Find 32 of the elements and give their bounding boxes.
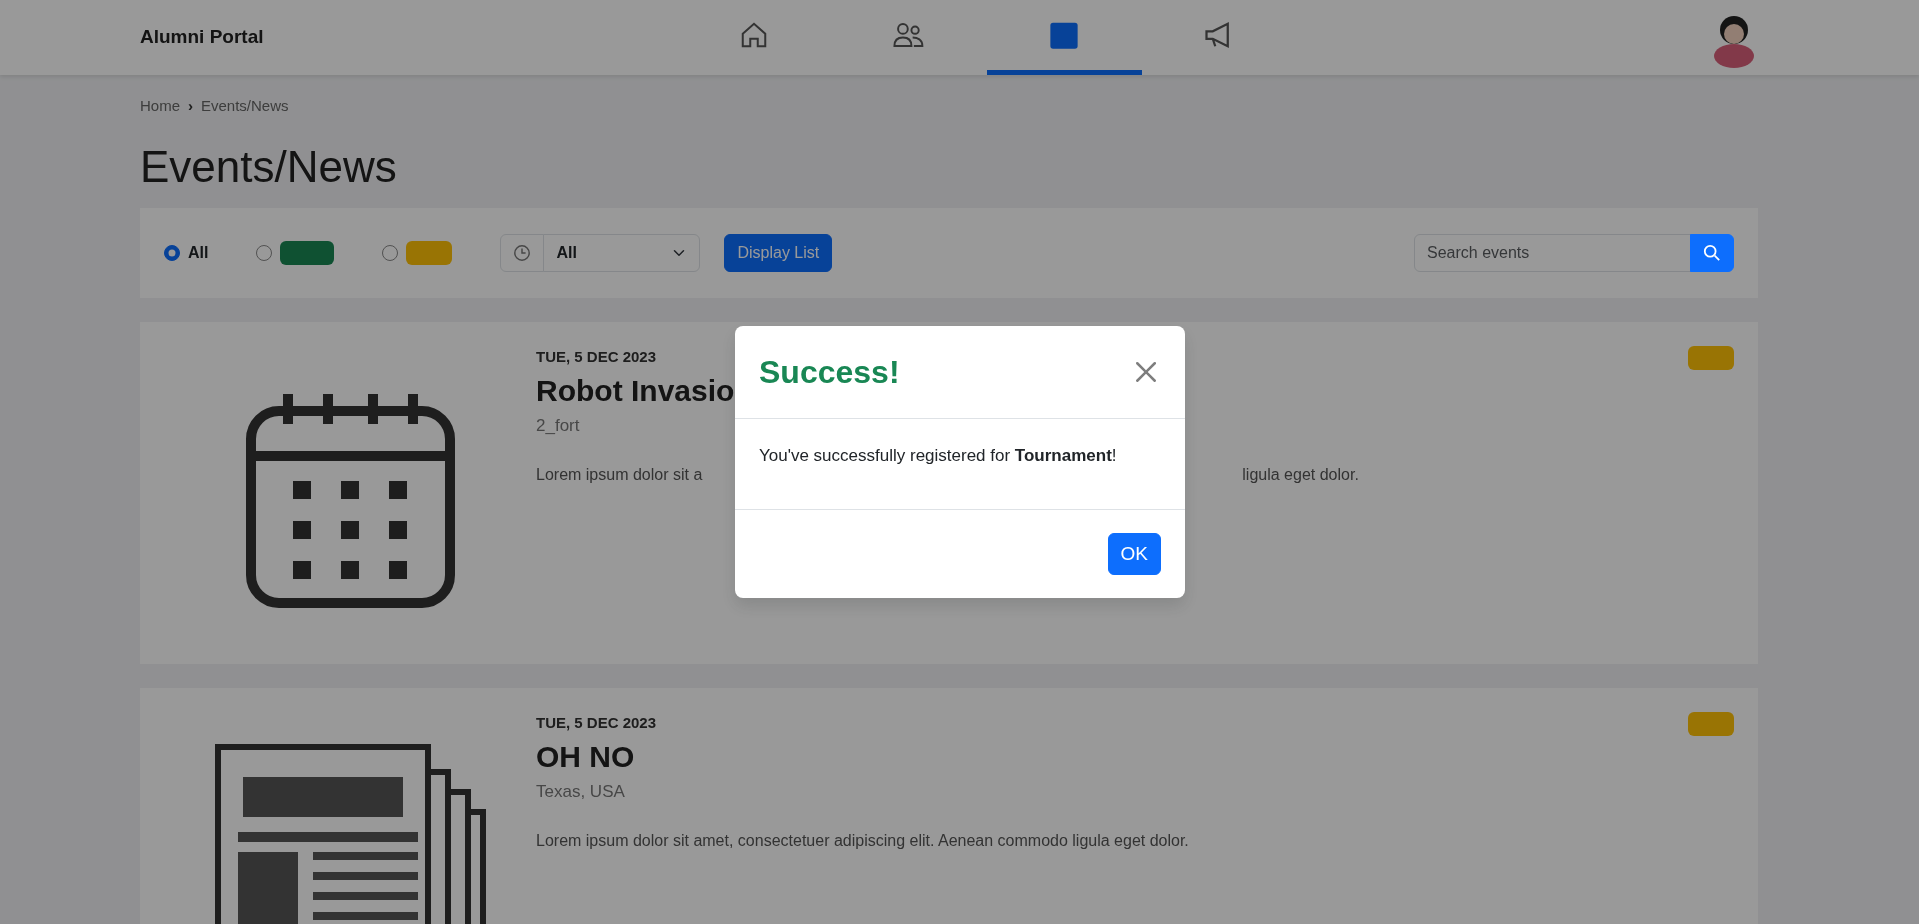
event-title[interactable]: Robot Invasio	[536, 368, 735, 413]
breadcrumb-item[interactable]: Events/News	[201, 95, 289, 118]
dialog-title: Success!	[759, 352, 900, 392]
newspaper-icon	[212, 741, 488, 924]
event-location: 2_fort	[536, 415, 581, 437]
filter-tag	[406, 240, 453, 265]
event-description: Lorem ipsum dolor sit amet, consectetuer adipiscing elit. Aenean commodo ligula eget dolor.	[536, 830, 1189, 851]
event-date: TUE, 5 DEC 2023	[536, 346, 658, 367]
event-location: Texas, USA	[536, 781, 626, 803]
brand-name[interactable]: Alumni Portal	[140, 23, 264, 52]
ok-button[interactable]: OK	[1107, 532, 1161, 576]
event-description: Lorem ipsum dolor sit a	[536, 464, 703, 485]
time-select[interactable]: All	[543, 233, 701, 272]
clock-icon	[500, 233, 545, 272]
dialog-message: You've successfully registered for Tournament!	[759, 445, 1118, 467]
breadcrumb-separator: ›	[188, 96, 193, 116]
page-title: Events/News	[140, 140, 398, 193]
search-button[interactable]	[1690, 233, 1734, 272]
breadcrumb-item[interactable]: Home	[140, 95, 180, 118]
event-date: TUE, 5 DEC 2023	[536, 712, 658, 733]
filter-label: All	[188, 242, 209, 263]
event-description: ligula eget dolor.	[1242, 464, 1359, 485]
search-icon	[1703, 244, 1721, 263]
news-tag	[1688, 711, 1734, 736]
event-title[interactable]: OH NO	[536, 734, 635, 779]
search-field[interactable]: Search events	[1414, 233, 1691, 272]
filter-tag	[280, 240, 335, 265]
news-tag	[1688, 345, 1734, 370]
radio-button[interactable]	[164, 244, 180, 261]
radio-button[interactable]	[382, 244, 399, 261]
radio-button[interactable]	[256, 244, 273, 261]
display-list-button[interactable]: Display List	[724, 233, 833, 272]
